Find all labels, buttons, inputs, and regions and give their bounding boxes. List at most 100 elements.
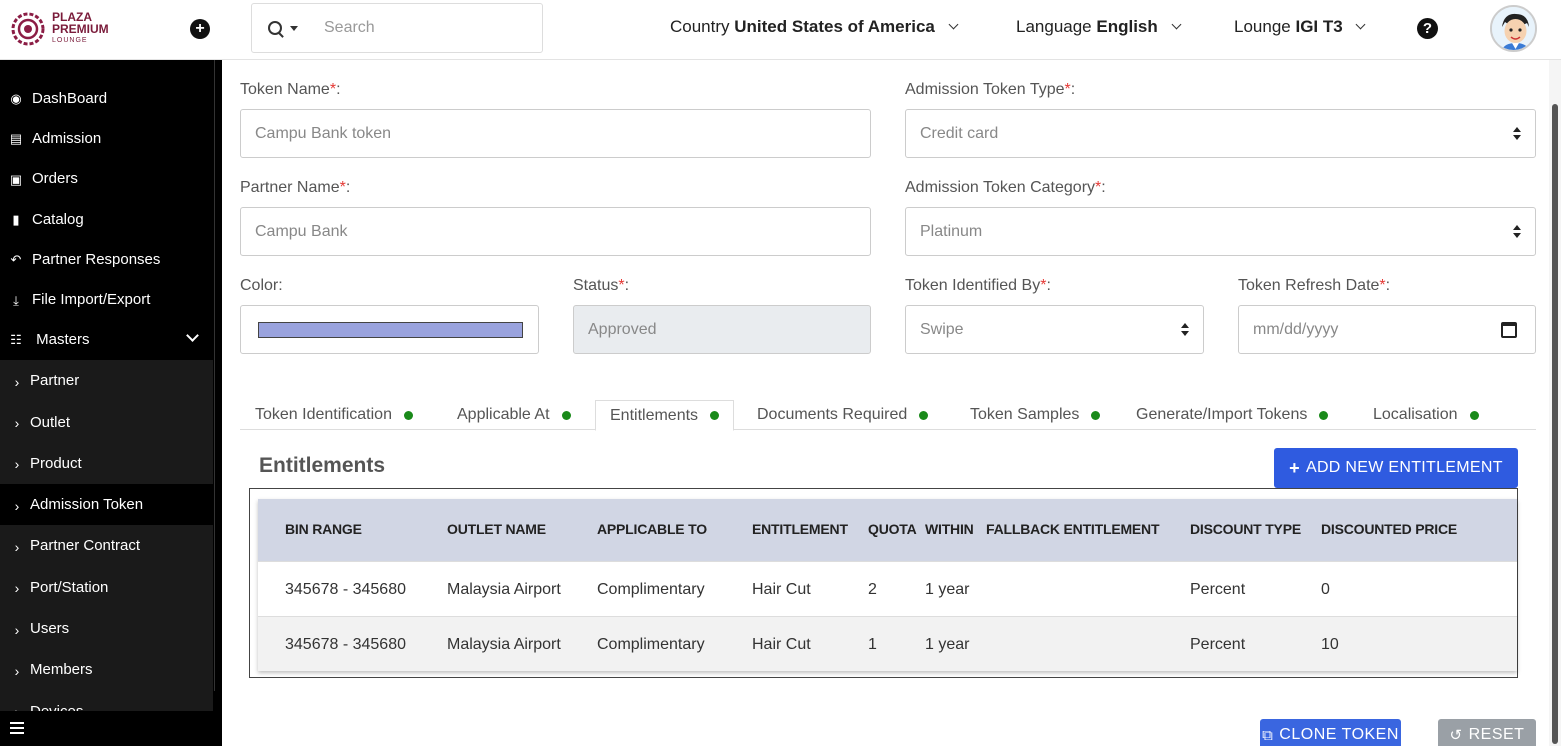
avatar-face-icon (1492, 7, 1535, 50)
column-header: DISCOUNT TYPE (1190, 521, 1301, 537)
admission-token-category-value: Platinum (920, 222, 983, 240)
reply-all-icon: ↶ (10, 252, 22, 268)
sidebar-item-label: Admission (32, 129, 102, 147)
sidebar-item-label: DashBoard (32, 89, 108, 107)
status-dot-icon (1319, 410, 1329, 420)
sidebar-item-label: Admission Token (30, 496, 144, 514)
add-icon[interactable]: + (190, 19, 210, 39)
sidebar-item-partner-contract[interactable]: › Partner Contract (0, 525, 213, 566)
color-swatch[interactable] (258, 321, 523, 338)
token-name-value: Campu Bank token (255, 124, 392, 142)
caret-down-icon[interactable] (290, 25, 298, 31)
file-icon: ▮ (12, 212, 20, 228)
avatar[interactable] (1490, 5, 1537, 52)
language-selector[interactable]: Language English (1016, 17, 1181, 37)
status-value: Approved (588, 320, 657, 338)
status-dot-icon (1469, 410, 1479, 420)
select-arrows-icon (1513, 127, 1521, 141)
sidebar-item-label: Masters (36, 331, 90, 349)
table-row[interactable]: 345678 - 345680 Malaysia Airport Complim… (258, 561, 1517, 616)
color-picker[interactable] (240, 305, 539, 354)
language-label: Language (1016, 17, 1092, 36)
date-placeholder: mm/dd/yyyy (1253, 320, 1339, 338)
top-bar: PLAZA PREMIUM LOUNGE + Country United St… (0, 0, 1561, 60)
logo-line3: LOUNGE (52, 37, 88, 44)
entitlements-table-frame: BIN RANGE OUTLET NAME APPLICABLE TO ENTI… (249, 488, 1518, 678)
sidebar: ◉ DashBoard ▤ Admission ▣ Orders ▮ Catal… (0, 60, 222, 746)
entitlements-table: BIN RANGE OUTLET NAME APPLICABLE TO ENTI… (258, 499, 1517, 671)
token-refresh-date-field[interactable]: mm/dd/yyyy (1238, 305, 1536, 354)
search-icon[interactable] (268, 21, 282, 35)
chevron-down-icon (186, 329, 199, 343)
tab-generate-import-tokens[interactable]: Generate/Import Tokens (1136, 400, 1329, 430)
sidebar-item-label: Members (30, 661, 93, 679)
tab-entitlements[interactable]: Entitlements (595, 400, 735, 431)
lounge-selector[interactable]: Lounge IGI T3 (1234, 17, 1366, 37)
chevron-right-icon: › (14, 621, 20, 638)
chevron-right-icon: › (14, 662, 20, 679)
search-box[interactable] (251, 3, 543, 53)
column-header: DISCOUNTED PRICE (1321, 521, 1458, 537)
cell-entitlement: Hair Cut (752, 581, 811, 598)
partner-name-label: Partner Name*: (240, 179, 351, 196)
sidebar-item-users[interactable]: › Users (0, 608, 213, 649)
status-dot-icon (561, 410, 571, 420)
clone-token-button[interactable]: ⧉ CLONE TOKEN (1260, 719, 1401, 746)
tab-localisation[interactable]: Localisation (1373, 400, 1479, 430)
sidebar-item-label: Partner Responses (32, 250, 161, 268)
sidebar-item-admission-token[interactable]: › Admission Token (0, 483, 213, 526)
tab-token-samples[interactable]: Token Samples (970, 400, 1101, 430)
main-scrollbar[interactable] (1549, 60, 1561, 746)
main-content: Token Name*: Campu Bank token Admission … (222, 60, 1561, 746)
country-selector[interactable]: Country United States of America (670, 17, 959, 37)
tab-applicable-at[interactable]: Applicable At (457, 400, 571, 430)
sidebar-item-label: File Import/Export (32, 291, 151, 309)
column-header: FALLBACK ENTITLEMENT (986, 521, 1160, 537)
help-icon[interactable]: ? (1417, 18, 1438, 39)
sidebar-item-port-station[interactable]: › Port/Station (0, 567, 213, 608)
admission-token-type-select[interactable]: Credit card (905, 109, 1536, 158)
status-dot-icon (403, 410, 413, 420)
sidebar-item-outlet[interactable]: › Outlet (0, 401, 213, 442)
token-identified-by-select[interactable]: Swipe (905, 305, 1204, 354)
status-label: Status*: (573, 277, 630, 294)
sidebar-item-members[interactable]: › Members (0, 649, 213, 690)
sidebar-item-admission[interactable]: ▤ Admission (0, 118, 213, 158)
sidebar-item-file-import-export[interactable]: ⤓ File Import/Export (0, 279, 213, 319)
add-button-label: ADD NEW ENTITLEMENT (1305, 459, 1503, 476)
calendar-icon[interactable] (1501, 322, 1517, 338)
chevron-right-icon: › (14, 373, 20, 390)
chevron-right-icon: › (14, 538, 20, 555)
table-header: BIN RANGE OUTLET NAME APPLICABLE TO ENTI… (258, 499, 1517, 561)
sidebar-item-product[interactable]: › Product (0, 443, 213, 484)
cell-entitlement: Hair Cut (752, 636, 811, 653)
token-identified-by-value: Swipe (920, 320, 964, 338)
cell-outlet-name: Malaysia Airport (447, 636, 561, 653)
column-header: OUTLET NAME (447, 521, 546, 537)
table-row[interactable]: 345678 - 345680 Malaysia Airport Complim… (258, 616, 1517, 671)
admission-token-category-select[interactable]: Platinum (905, 207, 1536, 256)
search-input[interactable] (324, 19, 524, 37)
column-header: ENTITLEMENT (752, 521, 848, 537)
add-new-entitlement-button[interactable]: + ADD NEW ENTITLEMENT (1274, 448, 1518, 488)
admission-token-type-value: Credit card (920, 124, 999, 142)
token-name-field[interactable]: Campu Bank token (240, 109, 871, 158)
sidebar-item-catalog[interactable]: ▮ Catalog (0, 199, 213, 239)
cell-discount-type: Percent (1190, 636, 1246, 653)
reset-button[interactable]: ↺ RESET (1438, 719, 1536, 746)
chevron-right-icon: › (14, 497, 20, 514)
sidebar-item-partner[interactable]: › Partner (0, 360, 213, 401)
tab-token-identification[interactable]: Token Identification (255, 400, 413, 430)
menu-icon[interactable] (10, 722, 24, 734)
sidebar-item-masters[interactable]: ☷ Masters (0, 319, 213, 361)
sidebar-item-dashboard[interactable]: ◉ DashBoard (0, 78, 213, 118)
tab-documents-required[interactable]: Documents Required (757, 400, 929, 430)
sidebar-item-partner-responses[interactable]: ↶ Partner Responses (0, 239, 213, 279)
sidebar-scrollbar[interactable] (214, 60, 222, 691)
partner-name-field[interactable]: Campu Bank (240, 207, 871, 256)
sidebar-item-orders[interactable]: ▣ Orders (0, 159, 213, 199)
masters-submenu: › Partner › Outlet › Product › Admission… (0, 360, 213, 732)
logo-text: PLAZA PREMIUM LOUNGE (52, 11, 109, 47)
logo[interactable]: PLAZA PREMIUM LOUNGE (10, 10, 130, 48)
country-value: United States of America (734, 17, 935, 36)
